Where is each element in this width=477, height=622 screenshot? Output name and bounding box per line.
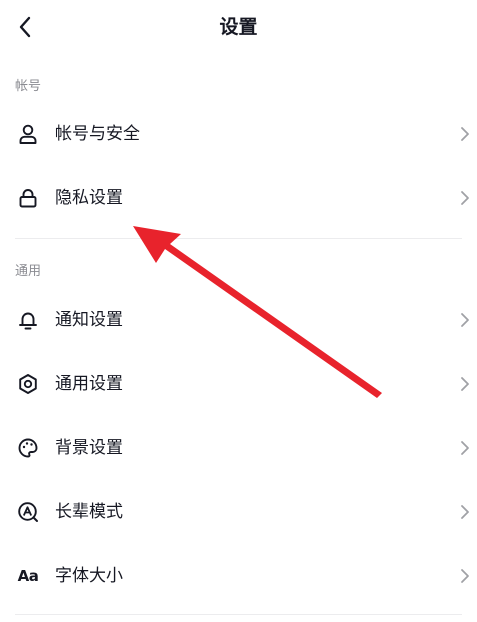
section-divider bbox=[15, 614, 462, 615]
bell-icon bbox=[14, 306, 42, 334]
chevron-right-icon bbox=[461, 313, 469, 327]
section-label-account: 帐号 bbox=[15, 79, 42, 94]
settings-item-label: 字体大小 bbox=[55, 566, 123, 586]
settings-item-label: 背景设置 bbox=[55, 438, 123, 458]
settings-item-label: 隐私设置 bbox=[55, 188, 123, 208]
settings-item-label: 通用设置 bbox=[55, 374, 123, 394]
chevron-right-icon bbox=[461, 569, 469, 583]
settings-item-elder-mode[interactable]: 长辈模式 bbox=[0, 484, 477, 540]
settings-item-notifications[interactable]: 通知设置 bbox=[0, 292, 477, 348]
font-size-icon: Aa bbox=[17, 567, 39, 585]
section-divider bbox=[15, 238, 462, 239]
user-icon bbox=[14, 120, 42, 148]
lock-icon bbox=[14, 184, 42, 212]
chevron-right-icon bbox=[461, 191, 469, 205]
settings-item-privacy[interactable]: 隐私设置 bbox=[0, 170, 477, 226]
chevron-right-icon bbox=[461, 377, 469, 391]
section-label-general: 通用 bbox=[15, 264, 42, 279]
page-title: 设置 bbox=[219, 16, 258, 38]
settings-item-label: 帐号与安全 bbox=[55, 124, 140, 144]
chevron-right-icon bbox=[461, 441, 469, 455]
chevron-right-icon bbox=[461, 127, 469, 141]
settings-item-label: 通知设置 bbox=[55, 310, 123, 330]
gear-icon bbox=[14, 370, 42, 398]
elder-mode-icon bbox=[14, 498, 42, 526]
settings-item-general[interactable]: 通用设置 bbox=[0, 356, 477, 412]
header: 设置 bbox=[0, 0, 477, 56]
settings-item-font-size[interactable]: Aa 字体大小 bbox=[0, 548, 477, 604]
palette-icon bbox=[14, 434, 42, 462]
settings-item-account-security[interactable]: 帐号与安全 bbox=[0, 106, 477, 162]
settings-item-background[interactable]: 背景设置 bbox=[0, 420, 477, 476]
chevron-right-icon bbox=[461, 505, 469, 519]
settings-item-label: 长辈模式 bbox=[55, 502, 123, 522]
